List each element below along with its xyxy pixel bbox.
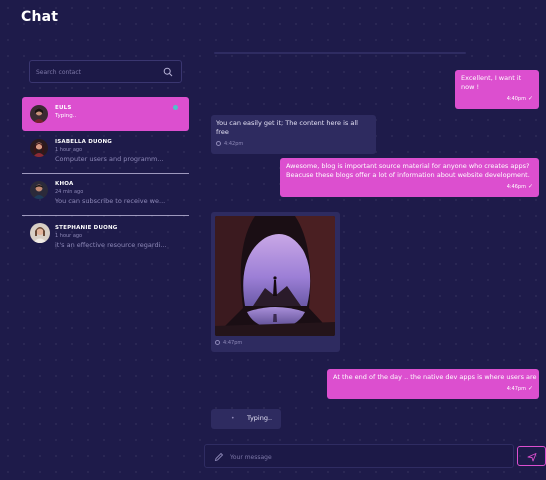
contact-name: EULS [55, 105, 72, 111]
clock-icon [215, 340, 220, 345]
message-time: 4:42pm [224, 141, 244, 147]
avatar [30, 223, 50, 243]
check-icon: ✓ [527, 385, 533, 392]
clock-icon [216, 141, 221, 146]
contact-status: Typing.. [55, 113, 77, 119]
contact-preview: You can subscribe to receive we... [55, 197, 166, 205]
contact-item-stephanie-duong[interactable]: STEPHANIE DUONG 1 hour ago it's an effec… [22, 216, 189, 256]
landscape-photo[interactable] [215, 216, 335, 336]
avatar [30, 181, 48, 199]
message-text: At the end of the day .. the native dev … [333, 373, 537, 381]
typing-dots: • [231, 415, 235, 422]
chat-header-bar [214, 52, 466, 54]
message-outgoing: At the end of the day .. the native dev … [327, 369, 539, 399]
typing-indicator: • Typing.. [211, 409, 281, 429]
contact-name: KHOA [55, 181, 74, 187]
send-button[interactable] [517, 446, 546, 466]
message-meta: 4:40pm ✓ [461, 94, 533, 104]
contact-item-isabella-duong[interactable]: ISABELLA DUONG 1 hour ago Computer users… [22, 132, 189, 172]
message-meta: 4:42pm [216, 140, 371, 149]
message-text-line: Beacuse these blogs offer a lot of infor… [286, 171, 530, 179]
contact-preview: Computer users and programm... [55, 155, 164, 163]
message-text-line: Awesome, blog is important source materi… [286, 162, 530, 170]
check-icon: ✓ [527, 95, 533, 102]
contact-time: 1 hour ago [55, 147, 83, 153]
pen-icon [214, 452, 224, 462]
message-incoming-image: 4:47pm [211, 212, 340, 352]
contact-item-euls[interactable]: EULS Typing.. [22, 97, 189, 131]
contact-time: 1 hour ago [55, 233, 83, 239]
message-input[interactable] [230, 450, 500, 464]
message-time: 4:46pm [506, 184, 526, 190]
contact-time: 24 min ago [55, 189, 84, 195]
message-time: 4:47pm [506, 386, 526, 392]
contact-item-khoa[interactable]: KHOA 24 min ago You can subscribe to rec… [22, 174, 189, 214]
search-icon[interactable] [163, 67, 173, 77]
contact-preview: it's an effective resource regardi... [55, 241, 167, 249]
message-text: Excellent, I want it now ! [461, 74, 522, 91]
page-title: Chat [21, 9, 59, 25]
message-composer [204, 444, 514, 468]
message-time: 4:47pm [223, 340, 243, 346]
message-meta: 4:47pm [215, 339, 336, 348]
search-box [29, 60, 182, 83]
search-input[interactable] [36, 65, 156, 79]
message-time: 4:40pm [506, 96, 526, 102]
message-outgoing: Awesome, blog is important source materi… [280, 158, 539, 197]
avatar [30, 139, 48, 157]
typing-label: Typing.. [247, 414, 273, 422]
contact-name: STEPHANIE DUONG [55, 225, 118, 231]
check-icon: ✓ [527, 183, 533, 190]
message-incoming: You can easily get it; The content here … [211, 115, 376, 154]
contact-name: ISABELLA DUONG [55, 139, 113, 145]
message-outgoing: Excellent, I want it now ! 4:40pm ✓ [455, 70, 539, 109]
message-text: You can easily get it; The content here … [216, 119, 358, 136]
send-icon [527, 453, 537, 462]
message-meta: 4:46pm ✓ [286, 182, 533, 192]
avatar [30, 105, 48, 123]
online-indicator [173, 105, 178, 110]
message-meta: 4:47pm ✓ [333, 384, 533, 394]
